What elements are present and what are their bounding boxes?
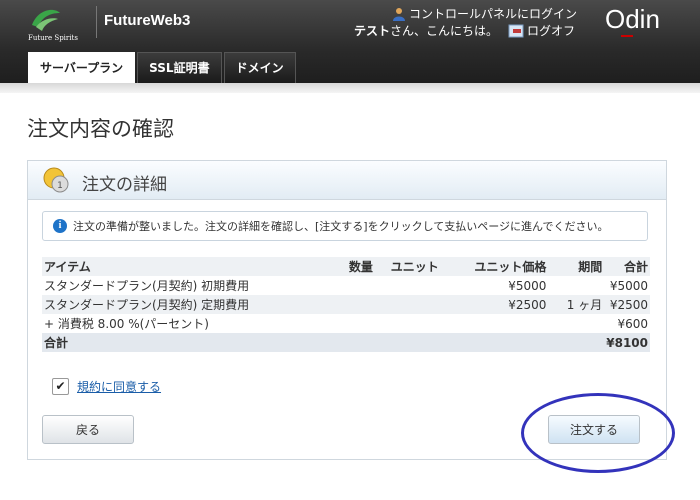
svg-text:1: 1 [57, 181, 63, 191]
col-quantity: 数量 [335, 257, 375, 276]
odin-logo-accent [621, 35, 633, 37]
row-item: + 消費税 8.00 %(パーセント) [44, 317, 209, 331]
odin-logo: Odin [605, 4, 660, 37]
info-message: 注文の準備が整いました。注文の詳細を確認し、[注文する]をクリックして支払いペー… [73, 220, 609, 233]
table-row: スタンダードプラン(月契約) 定期費用 ¥2500 1 ヶ月 ¥2500 [42, 295, 650, 314]
future-spirits-logo[interactable]: Future Spirits [28, 5, 90, 43]
terms-link[interactable]: 規約に同意する [77, 378, 161, 395]
order-details-panel: 1 注文の詳細 i 注文の準備が整いました。注文の詳細を確認し、[注文する]をク… [27, 160, 667, 460]
control-panel-login-label: コントロールパネルにログイン [409, 7, 578, 21]
grand-total-label: 合計 [42, 333, 336, 352]
odin-logo-text: Odin [605, 4, 660, 34]
back-button[interactable]: 戻る [42, 415, 134, 444]
table-row: + 消費税 8.00 %(パーセント) ¥600 [42, 314, 650, 333]
row-period [548, 276, 604, 295]
leaf-logo-icon [32, 9, 60, 31]
tab-domain[interactable]: ドメイン [223, 52, 296, 83]
info-message-box: i 注文の準備が整いました。注文の詳細を確認し、[注文する]をクリックして支払い… [42, 211, 648, 241]
col-total: 合計 [604, 257, 650, 276]
row-unit [375, 276, 441, 295]
greeting-text: さん、こんにちは。 [390, 24, 499, 38]
coins-icon: 1 [43, 167, 69, 193]
row-item: スタンダードプラン(月契約) 定期費用 [42, 295, 336, 314]
order-table: アイテム 数量 ユニット ユニット価格 期間 合計 スタンダードプラン(月契約)… [42, 257, 650, 352]
grand-total-row: 合計 ¥8100 [42, 333, 650, 352]
empty-cell [548, 333, 605, 352]
panel-header: 1 注文の詳細 [28, 161, 666, 200]
app-name: FutureWeb3 [104, 12, 191, 29]
empty-cell [335, 333, 375, 352]
user-icon [393, 7, 405, 21]
row-unit [374, 295, 441, 314]
panel-title: 注文の詳細 [82, 175, 167, 195]
col-item: アイテム [42, 257, 336, 276]
place-order-button[interactable]: 注文する [548, 415, 640, 444]
row-quantity [335, 295, 375, 314]
row-unit-price: ¥2500 [440, 295, 549, 314]
terms-checkbox[interactable]: ✔ [52, 378, 69, 395]
table-row: スタンダードプラン(月契約) 初期費用 ¥5000 ¥5000 [42, 276, 650, 295]
table-header-row: アイテム 数量 ユニット ユニット価格 期間 合計 [42, 257, 650, 276]
tab-ssl-certificate[interactable]: SSL証明書 [137, 52, 222, 83]
col-period: 期間 [548, 257, 605, 276]
tab-server-plan[interactable]: サーバープラン [28, 52, 136, 83]
logoff-label: ログオフ [527, 24, 576, 38]
row-total: ¥2500 [604, 295, 650, 314]
info-icon: i [53, 219, 67, 233]
terms-agreement: ✔ 規約に同意する [52, 378, 161, 395]
row-total: ¥5000 [609, 278, 648, 293]
row-period: 1 ヶ月 [548, 295, 605, 314]
row-quantity [335, 314, 375, 333]
row-unit-price [441, 314, 549, 333]
logoff-link[interactable]: ログオフ [508, 22, 575, 39]
col-unit: ユニット [374, 257, 441, 276]
greeting-row: テスト さん、こんにちは。 ログオフ [354, 22, 575, 39]
empty-cell [374, 333, 441, 352]
logoff-icon [508, 24, 524, 37]
row-item: スタンダードプラン(月契約) 初期費用 [44, 279, 250, 293]
row-unit [375, 314, 441, 333]
header-divider [96, 6, 97, 38]
col-unit-price: ユニット価格 [440, 257, 549, 276]
row-period [548, 314, 604, 333]
grand-total-value: ¥8100 [604, 333, 650, 352]
top-header: Future Spirits FutureWeb3 コントロールパネルにログイン… [0, 0, 700, 83]
main-tabs: サーバープラン SSL証明書 ドメイン [28, 52, 296, 83]
page-title: 注文内容の確認 [27, 117, 174, 141]
row-quantity [335, 276, 375, 295]
user-name: テスト [354, 24, 391, 38]
brand-tagline: Future Spirits [28, 34, 78, 42]
row-unit-price: ¥5000 [508, 278, 547, 293]
empty-cell [440, 333, 549, 352]
row-total: ¥600 [617, 316, 648, 331]
control-panel-login-link[interactable]: コントロールパネルにログイン [392, 5, 577, 22]
tab-underline-strip [0, 83, 700, 93]
